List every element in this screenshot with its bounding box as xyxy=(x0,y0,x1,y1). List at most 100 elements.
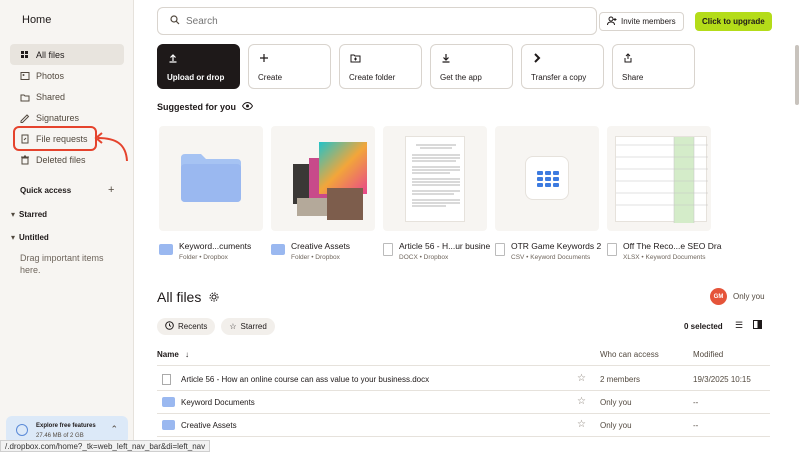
transfer-label: Transfer a copy xyxy=(531,73,587,82)
file-access: Only you xyxy=(600,398,632,407)
sidebar-item-label: Shared xyxy=(36,91,66,102)
sharing-status-label: Only you xyxy=(733,292,765,301)
star-icon[interactable]: ☆ xyxy=(577,419,586,430)
transfer-icon xyxy=(532,53,542,66)
share-label: Share xyxy=(622,73,644,82)
spreadsheet-thumbnail xyxy=(495,126,599,231)
suggested-card[interactable]: OTR Game Keywords 2 CSV • Keyword Docume… xyxy=(495,126,602,261)
star-icon[interactable]: ☆ xyxy=(577,396,586,407)
file-modified: -- xyxy=(693,398,699,407)
starred-section-toggle[interactable]: ▾ Starred xyxy=(11,210,47,219)
share-icon xyxy=(623,53,633,66)
list-view-icon[interactable]: ☰ xyxy=(735,320,743,331)
sidebar-item-all-files[interactable]: All files xyxy=(10,44,124,65)
card-name: OTR Game Keywords 2 xyxy=(511,241,602,251)
suggested-card[interactable]: Creative Assets Folder • Dropbox xyxy=(271,126,375,261)
invite-members-button[interactable]: Invite members xyxy=(599,12,684,31)
share-button[interactable]: Share xyxy=(612,44,695,89)
annotation-arrow-icon xyxy=(94,132,128,162)
recents-chip[interactable]: Recents xyxy=(157,318,216,335)
create-folder-button[interactable]: Create folder xyxy=(339,44,422,89)
search-input[interactable] xyxy=(186,15,566,27)
file-name[interactable]: Creative Assets xyxy=(181,421,237,430)
storage-ring-icon xyxy=(16,424,28,436)
file-modified: 19/3/2025 10:15 xyxy=(693,375,751,384)
all-files-title: All files xyxy=(157,289,202,305)
suggested-heading: Suggested for you xyxy=(157,101,254,112)
sidebar-item-file-requests[interactable]: File requests xyxy=(13,126,97,151)
table-row[interactable]: Keyword Documents ☆ Only you -- xyxy=(157,391,770,414)
recents-label: Recents xyxy=(178,322,208,331)
sidebar-item-label: All files xyxy=(36,49,65,60)
untitled-section-label: Untitled xyxy=(19,233,49,242)
deleted-files-icon xyxy=(20,155,30,165)
upload-icon xyxy=(168,53,178,66)
folder-plus-icon xyxy=(350,53,361,66)
upload-button[interactable]: Upload or drop xyxy=(157,44,240,89)
chevron-down-icon: ▾ xyxy=(11,233,16,242)
spreadsheet-page xyxy=(615,136,708,223)
create-button[interactable]: Create xyxy=(248,44,331,89)
file-name[interactable]: Keyword Documents xyxy=(181,398,255,407)
access-column-header: Who can access xyxy=(600,350,659,359)
shared-icon xyxy=(20,92,30,102)
folder-thumbnail xyxy=(159,126,263,231)
sidebar-item-photos[interactable]: Photos xyxy=(10,65,124,86)
eye-icon[interactable] xyxy=(241,101,254,112)
collage-photo xyxy=(327,188,363,220)
quick-access-heading: Quick access xyxy=(20,186,72,195)
upgrade-button[interactable]: Click to upgrade xyxy=(695,12,772,31)
suggested-card[interactable]: Article 56 - H...ur busine DOCX • Dropbo… xyxy=(383,126,491,261)
folder-icon xyxy=(271,244,285,255)
starred-chip[interactable]: ☆ Starred xyxy=(221,318,275,335)
transfer-button[interactable]: Transfer a copy xyxy=(521,44,604,89)
spreadsheet-icon xyxy=(607,243,617,256)
table-row[interactable]: Article 56 - How an online course can as… xyxy=(157,368,770,391)
document-icon xyxy=(162,374,171,387)
sharing-status[interactable]: GM Only you xyxy=(710,288,765,305)
card-meta: DOCX • Dropbox xyxy=(399,254,449,261)
search-icon xyxy=(170,15,180,27)
folder-icon xyxy=(162,420,175,432)
storage-usage: 27.46 MB of 2 GB xyxy=(36,433,84,439)
suggested-card[interactable]: Keyword...cuments Folder • Dropbox xyxy=(159,126,263,261)
quick-access-add-icon[interactable]: + xyxy=(108,184,114,196)
search-bar[interactable] xyxy=(157,7,597,35)
card-name: Article 56 - H...ur busine xyxy=(399,241,491,251)
untitled-section-toggle[interactable]: ▾ Untitled xyxy=(11,233,49,242)
selection-count: 0 selected xyxy=(684,322,723,331)
sidebar: Home All files Photos Shared Signatures xyxy=(0,0,134,452)
chevron-up-icon[interactable]: ⌃ xyxy=(110,424,118,435)
starred-label: Starred xyxy=(240,322,267,331)
scrollbar[interactable] xyxy=(795,45,799,105)
csv-tile xyxy=(525,156,569,200)
photos-icon xyxy=(20,71,30,81)
table-row[interactable]: Creative Assets ☆ Only you -- xyxy=(157,414,770,437)
file-name[interactable]: Article 56 - How an online course can as… xyxy=(181,375,429,384)
document-thumbnail xyxy=(383,126,487,231)
get-app-button[interactable]: Get the app xyxy=(430,44,513,89)
star-icon[interactable]: ☆ xyxy=(577,373,586,384)
starred-section-label: Starred xyxy=(19,210,48,219)
suggested-cards: Keyword...cuments Folder • Dropbox Creat… xyxy=(159,126,721,261)
upload-label: Upload or drop xyxy=(167,73,225,82)
chevron-down-icon: ▾ xyxy=(11,210,16,219)
card-meta: Folder • Dropbox xyxy=(291,254,340,261)
card-meta: CSV • Keyword Documents xyxy=(511,254,591,261)
sidebar-item-signatures[interactable]: Signatures xyxy=(10,107,124,128)
create-label: Create xyxy=(258,73,283,82)
sidebar-item-label: Photos xyxy=(36,70,65,81)
modified-column-header: Modified xyxy=(693,350,724,359)
card-name: Keyword...cuments xyxy=(179,241,252,251)
add-person-icon xyxy=(607,16,617,28)
sidebar-home-title[interactable]: Home xyxy=(22,14,51,26)
all-files-heading: All files xyxy=(157,289,219,305)
sidebar-item-shared[interactable]: Shared xyxy=(10,86,124,107)
spreadsheet-icon xyxy=(495,243,505,256)
download-icon xyxy=(441,53,451,66)
name-column-header[interactable]: Name ↓ xyxy=(157,350,189,359)
explore-title: Explore free features xyxy=(36,423,96,429)
suggested-card[interactable]: Off The Reco...e SEO Dra XLSX • Keyword … xyxy=(607,126,721,261)
panel-toggle-icon[interactable] xyxy=(753,320,763,331)
settings-gear-icon[interactable] xyxy=(209,289,219,305)
